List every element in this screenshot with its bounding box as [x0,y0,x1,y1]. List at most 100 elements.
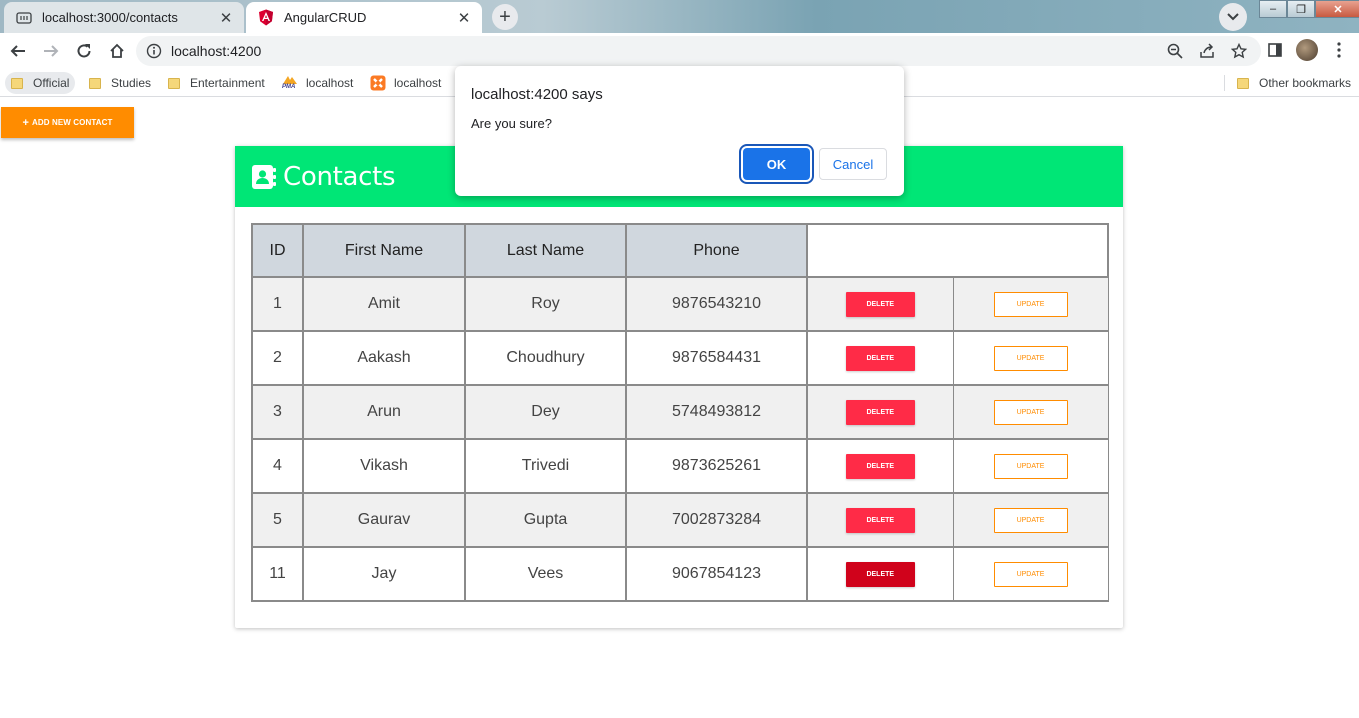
cell-last-name: Vees [464,546,627,602]
address-book-icon [252,164,276,189]
column-header-first-name: First Name [302,223,466,278]
cell-id: 2 [251,330,304,386]
reload-button[interactable] [68,35,100,67]
bookmark-localhost-pma[interactable]: PMA localhost [276,72,359,94]
bookmark-label: Official [33,76,70,90]
browser-toolbar: localhost:4200 [0,33,1359,69]
ok-button[interactable]: OK [743,148,810,180]
cell-first-name: Vikash [302,438,466,494]
folder-icon [89,77,101,89]
column-header-phone: Phone [625,223,808,278]
close-tab-icon[interactable]: ✕ [216,8,236,28]
cell-delete: DELETE [806,330,954,386]
column-header-id: ID [251,223,304,278]
avatar [1296,39,1318,61]
table-row: 5 Gaurav Gupta 7002873284 DELETE UPDATE [251,492,1109,548]
folder-icon [168,77,180,89]
home-icon [110,43,124,58]
update-button[interactable]: UPDATE [993,345,1068,371]
update-button[interactable]: UPDATE [993,453,1068,479]
tab-search-button[interactable] [1219,3,1247,31]
url-text: localhost:4200 [171,43,262,59]
cell-phone: 9873625261 [625,438,808,494]
forward-button[interactable] [35,35,67,67]
pma-logo-text: PMA [282,84,296,90]
tab-contacts[interactable]: localhost:3000/contacts ✕ [4,2,244,33]
bookmark-star-icon[interactable] [1227,40,1251,62]
cell-update: UPDATE [952,276,1109,332]
cell-phone: 9067854123 [625,546,808,602]
other-bookmarks[interactable]: Other bookmarks [1231,72,1357,94]
update-button[interactable]: UPDATE [993,561,1068,587]
cell-first-name: Jay [302,546,466,602]
bookmark-studies[interactable]: Studies [83,72,157,94]
contacts-card: Contacts ID First Name Last Name Phone 1… [235,146,1123,628]
cell-delete: DELETE [806,438,954,494]
cell-id: 5 [251,492,304,548]
bookmark-label: Studies [111,76,152,90]
column-header-last-name: Last Name [464,223,627,278]
add-button-label: ADD NEW CONTACT [32,118,113,127]
window-close-button[interactable]: ✕ [1315,0,1359,18]
cell-first-name: Amit [302,276,466,332]
bookmark-label: Entertainment [190,76,265,90]
bookmark-label: Other bookmarks [1259,76,1352,90]
delete-button[interactable]: DELETE [845,453,915,479]
window-controls: – ❐ ✕ [1259,0,1359,18]
cell-phone: 7002873284 [625,492,808,548]
bookmarks-divider [1224,75,1225,91]
table-row: 11 Jay Vees 9067854123 DELETE UPDATE [251,546,1109,602]
table-row: 2 Aakash Choudhury 9876584431 DELETE UPD… [251,330,1109,386]
delete-button[interactable]: DELETE [845,507,915,533]
column-header-actions [806,223,1109,278]
delete-button[interactable]: DELETE [845,561,915,587]
cell-last-name: Choudhury [464,330,627,386]
delete-button[interactable]: DELETE [845,345,915,371]
profile-avatar[interactable] [1293,36,1321,64]
cell-id: 4 [251,438,304,494]
cell-update: UPDATE [952,438,1109,494]
back-button[interactable] [2,35,34,67]
cell-delete: DELETE [806,546,954,602]
tab-title: localhost:3000/contacts [42,10,178,25]
delete-button[interactable]: DELETE [845,399,915,425]
cell-last-name: Gupta [464,492,627,548]
cancel-button[interactable]: Cancel [819,148,887,180]
address-bar[interactable]: localhost:4200 [136,36,1261,66]
update-button[interactable]: UPDATE [993,291,1068,317]
dialog-title: localhost:4200 says [471,86,603,103]
delete-button[interactable]: DELETE [845,291,915,317]
arrow-left-icon [10,45,25,57]
cell-last-name: Trivedi [464,438,627,494]
side-panel-icon[interactable] [1261,36,1289,64]
zoom-icon[interactable] [1163,40,1187,62]
add-new-contact-button[interactable]: + ADD NEW CONTACT [1,107,134,138]
cell-id: 3 [251,384,304,440]
minimize-button[interactable]: – [1259,0,1287,18]
update-button[interactable]: UPDATE [993,399,1068,425]
table-row: 3 Arun Dey 5748493812 DELETE UPDATE [251,384,1109,440]
bookmark-localhost-xampp[interactable]: localhost [364,72,447,94]
page-icon [16,10,32,26]
update-button[interactable]: UPDATE [993,507,1068,533]
restore-button[interactable]: ❐ [1287,0,1315,18]
cell-phone: 9876584431 [625,330,808,386]
bookmark-entertainment[interactable]: Entertainment [162,72,271,94]
share-icon[interactable] [1195,40,1219,62]
cell-id: 1 [251,276,304,332]
home-button[interactable] [101,35,133,67]
info-icon[interactable] [146,43,162,59]
new-tab-button[interactable]: + [492,4,518,30]
cell-last-name: Dey [464,384,627,440]
bookmark-label: localhost [306,76,354,90]
cell-update: UPDATE [952,492,1109,548]
menu-kebab-icon[interactable] [1325,36,1353,64]
cell-first-name: Gaurav [302,492,466,548]
cell-last-name: Roy [464,276,627,332]
close-tab-icon[interactable]: ✕ [454,8,474,28]
phpmyadmin-icon: PMA [282,75,300,91]
folder-icon [1237,77,1249,89]
bookmark-official[interactable]: Official [5,72,76,94]
cell-update: UPDATE [952,330,1109,386]
tab-angularcrud[interactable]: AngularCRUD ✕ [246,2,482,33]
